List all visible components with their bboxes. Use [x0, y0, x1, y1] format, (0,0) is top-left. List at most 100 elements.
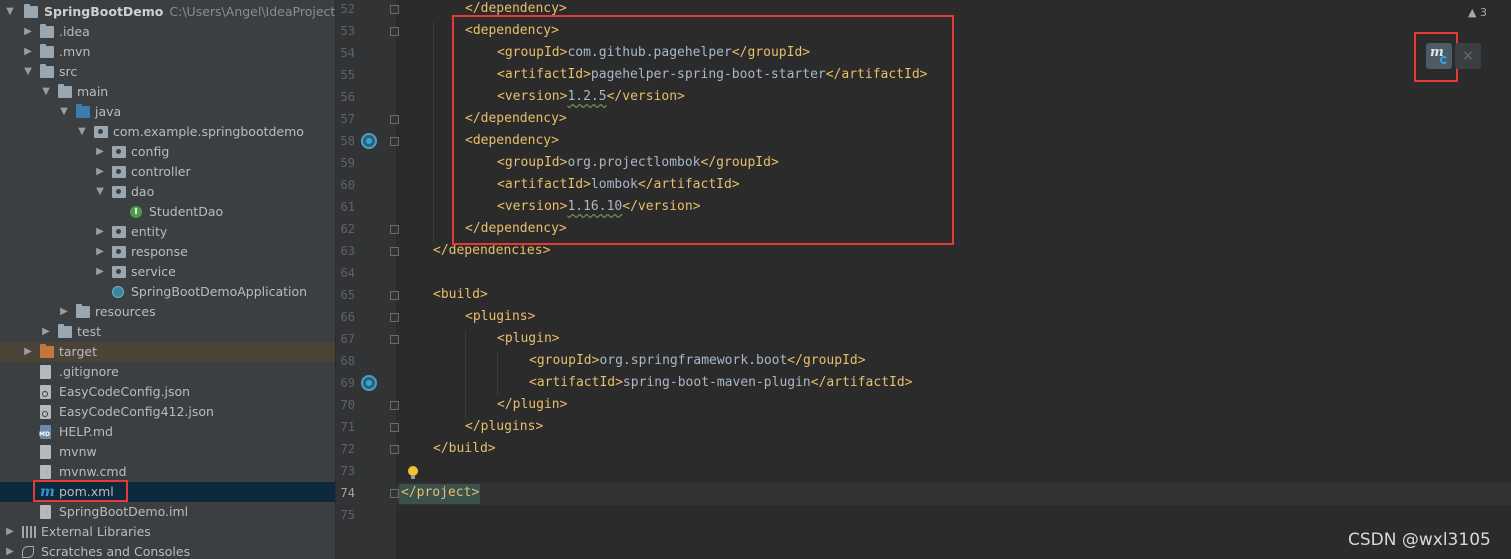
config-file-icon	[40, 405, 51, 419]
line-number: 73	[340, 464, 355, 478]
tree-item[interactable]: I StudentDao	[0, 202, 335, 222]
chevron-down-icon[interactable]: ▼	[76, 122, 88, 142]
chevron-right-icon[interactable]: ▶	[94, 222, 106, 242]
tree-item[interactable]: ▶ resources	[0, 302, 335, 322]
inspection-warnings[interactable]: ▲ 3	[1468, 6, 1487, 19]
xml-tag: </groupId>	[787, 353, 866, 368]
tree-item[interactable]: ▶ response	[0, 242, 335, 262]
folder-icon	[58, 324, 72, 338]
line-number: 69	[340, 376, 355, 390]
chevron-right-icon[interactable]: ▶	[94, 142, 106, 162]
run-gutter-icon[interactable]	[361, 133, 377, 149]
tree-item-label: EasyCodeConfig.json	[59, 384, 191, 399]
chevron-right-icon[interactable]: ▶	[4, 522, 16, 542]
tree-item[interactable]: ▶ .idea	[0, 22, 335, 42]
tree-item[interactable]: HELP.md	[0, 422, 335, 442]
fold-marker-icon[interactable]	[390, 5, 399, 14]
fold-marker-icon[interactable]	[390, 225, 399, 234]
tree-item[interactable]: ▶ service	[0, 262, 335, 282]
file-icon	[40, 445, 51, 459]
tree-item[interactable]: ▼ com.example.springbootdemo	[0, 122, 335, 142]
chevron-down-icon[interactable]: ▼	[94, 182, 106, 202]
fold-marker-icon[interactable]	[390, 445, 399, 454]
tree-item[interactable]: ▶ target	[0, 342, 335, 362]
tree-item-label: Scratches and Consoles	[41, 544, 191, 559]
code-line: <build>	[433, 284, 488, 306]
tree-item-label: com.example.springbootdemo	[113, 124, 304, 139]
chevron-right-icon[interactable]: ▶	[94, 162, 106, 182]
lightbulb-icon[interactable]	[408, 466, 418, 479]
tree-item[interactable]: ▶ controller	[0, 162, 335, 182]
file-icon	[40, 465, 51, 479]
chevron-right-icon[interactable]: ▶	[22, 42, 34, 62]
project-name: SpringBootDemo	[44, 4, 164, 19]
tree-root-project[interactable]: ▼ SpringBootDemo C:\Users\Angel\IdeaProje…	[0, 2, 335, 22]
resources-folder-icon	[76, 304, 90, 318]
folder-icon	[40, 64, 54, 78]
fold-marker-icon[interactable]	[390, 247, 399, 256]
chevron-right-icon[interactable]: ▶	[40, 322, 52, 342]
fold-marker-icon[interactable]	[390, 313, 399, 322]
folder-icon	[24, 4, 38, 18]
tree-item[interactable]: ▶ Scratches and Consoles	[0, 542, 335, 559]
tree-item-label: EasyCodeConfig412.json	[59, 404, 214, 419]
xml-tag: </plugin>	[497, 397, 568, 412]
close-button[interactable]: ×	[1455, 43, 1481, 69]
fold-marker-icon[interactable]	[390, 489, 399, 498]
tree-item-label: StudentDao	[149, 204, 224, 219]
xml-tag: </dependency>	[465, 1, 567, 16]
tree-item[interactable]: .gitignore	[0, 362, 335, 382]
package-icon	[112, 226, 126, 238]
tree-item[interactable]: ▼ java	[0, 102, 335, 122]
tree-item[interactable]: ▶ External Libraries	[0, 522, 335, 542]
chevron-right-icon[interactable]: ▶	[4, 542, 16, 559]
tree-item-label: service	[131, 264, 176, 279]
tree-item[interactable]: ▶ .mvn	[0, 42, 335, 62]
tree-item-label: entity	[131, 224, 168, 239]
chevron-right-icon[interactable]: ▶	[94, 242, 106, 262]
indent-guide	[433, 22, 434, 242]
tree-item[interactable]: ▶ entity	[0, 222, 335, 242]
run-gutter-icon[interactable]	[361, 375, 377, 391]
line-number: 62	[340, 222, 355, 236]
tree-item[interactable]: SpringBootDemo.iml	[0, 502, 335, 522]
line-number: 71	[340, 420, 355, 434]
fold-marker-icon[interactable]	[390, 291, 399, 300]
xml-tag: <groupId>	[529, 353, 600, 368]
chevron-down-icon[interactable]: ▼	[40, 82, 52, 102]
chevron-right-icon[interactable]: ▶	[22, 22, 34, 42]
line-number: 67	[340, 332, 355, 346]
tree-item[interactable]: ▼ main	[0, 82, 335, 102]
tree-item[interactable]: ▶ config	[0, 142, 335, 162]
project-tree-panel: ▼ SpringBootDemo C:\Users\Angel\IdeaProje…	[0, 0, 335, 559]
tree-item[interactable]: EasyCodeConfig.json	[0, 382, 335, 402]
chevron-down-icon[interactable]: ▼	[58, 102, 70, 122]
tree-item[interactable]: ▼ src	[0, 62, 335, 82]
tree-item[interactable]: ▼ dao	[0, 182, 335, 202]
tree-item[interactable]: EasyCodeConfig412.json	[0, 402, 335, 422]
tree-item[interactable]: mvnw.cmd	[0, 462, 335, 482]
tree-item[interactable]: mvnw	[0, 442, 335, 462]
line-number: 59	[340, 156, 355, 170]
tree-item[interactable]: SpringBootDemoApplication	[0, 282, 335, 302]
fold-marker-icon[interactable]	[390, 423, 399, 432]
fold-marker-icon[interactable]	[390, 335, 399, 344]
chevron-right-icon[interactable]: ▶	[22, 342, 34, 362]
xml-tag: <plugin>	[497, 331, 560, 346]
fold-marker-icon[interactable]	[390, 137, 399, 146]
chevron-down-icon[interactable]: ▼	[4, 2, 16, 22]
package-icon	[112, 266, 126, 278]
chevron-down-icon[interactable]: ▼	[22, 62, 34, 82]
fold-marker-icon[interactable]	[390, 401, 399, 410]
xml-tag: <plugins>	[465, 309, 536, 324]
line-number: 54	[340, 46, 355, 60]
chevron-right-icon[interactable]: ▶	[94, 262, 106, 282]
chevron-right-icon[interactable]: ▶	[58, 302, 70, 322]
maven-reload-button[interactable]: m	[1426, 43, 1452, 69]
line-number: 61	[340, 200, 355, 214]
line-number: 52	[340, 2, 355, 16]
fold-marker-icon[interactable]	[390, 27, 399, 36]
tree-item[interactable]: ▶ test	[0, 322, 335, 342]
fold-marker-icon[interactable]	[390, 115, 399, 124]
tree-item-label: dao	[131, 184, 155, 199]
